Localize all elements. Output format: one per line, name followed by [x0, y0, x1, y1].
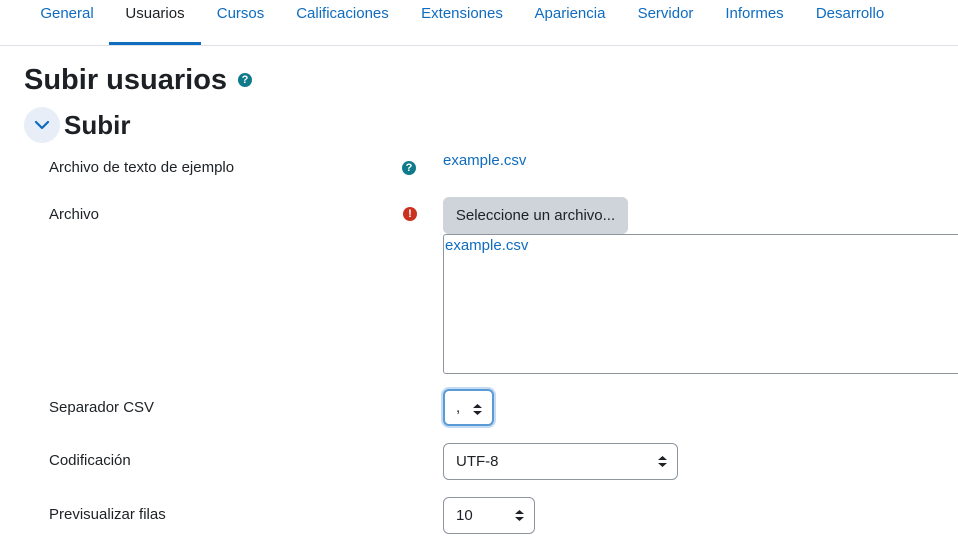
- csv-separator-value: ,: [456, 399, 461, 416]
- help-icon[interactable]: ?: [238, 73, 252, 87]
- admin-tab-bar: General Usuarios Cursos Calificaciones E…: [0, 0, 958, 46]
- chevron-down-icon: [34, 120, 50, 130]
- tab-extensiones[interactable]: Extensiones: [405, 0, 519, 45]
- tab-informes[interactable]: Informes: [710, 0, 799, 45]
- encoding-select[interactable]: UTF-8: [443, 443, 678, 480]
- select-arrows-icon: [515, 510, 524, 523]
- uploaded-file-link[interactable]: example.csv: [445, 237, 528, 254]
- tab-servidor[interactable]: Servidor: [621, 0, 710, 45]
- choose-file-button[interactable]: Seleccione un archivo...: [443, 197, 628, 234]
- section-title: Subir: [64, 110, 131, 140]
- example-file-label: Archivo de texto de ejemplo: [49, 159, 235, 176]
- tab-general[interactable]: General: [24, 0, 110, 45]
- csv-separator-select[interactable]: ,: [443, 389, 494, 426]
- tab-cursos[interactable]: Cursos: [201, 0, 280, 45]
- required-icon: !: [403, 207, 417, 221]
- preview-rows-value: 10: [456, 507, 473, 524]
- tab-apariencia[interactable]: Apariencia: [519, 0, 621, 45]
- select-arrows-icon: [658, 456, 667, 469]
- select-arrows-icon: [473, 404, 482, 417]
- file-label: Archivo: [49, 206, 100, 223]
- tab-usuarios[interactable]: Usuarios: [109, 0, 201, 45]
- encoding-value: UTF-8: [456, 453, 499, 470]
- section-collapse-button[interactable]: [24, 107, 60, 143]
- encoding-label: Codificación: [49, 452, 131, 469]
- tab-calificaciones[interactable]: Calificaciones: [280, 0, 405, 45]
- preview-rows-select[interactable]: 10: [443, 497, 535, 534]
- example-file-link[interactable]: example.csv: [443, 152, 526, 169]
- tab-desarrollo[interactable]: Desarrollo: [799, 0, 901, 45]
- page-title: Subir usuarios: [24, 64, 228, 96]
- file-dropzone[interactable]: example.csv: [443, 234, 958, 374]
- example-file-help-icon[interactable]: ?: [402, 161, 416, 175]
- csv-separator-label: Separador CSV: [49, 399, 155, 416]
- preview-rows-label: Previsualizar filas: [49, 506, 166, 523]
